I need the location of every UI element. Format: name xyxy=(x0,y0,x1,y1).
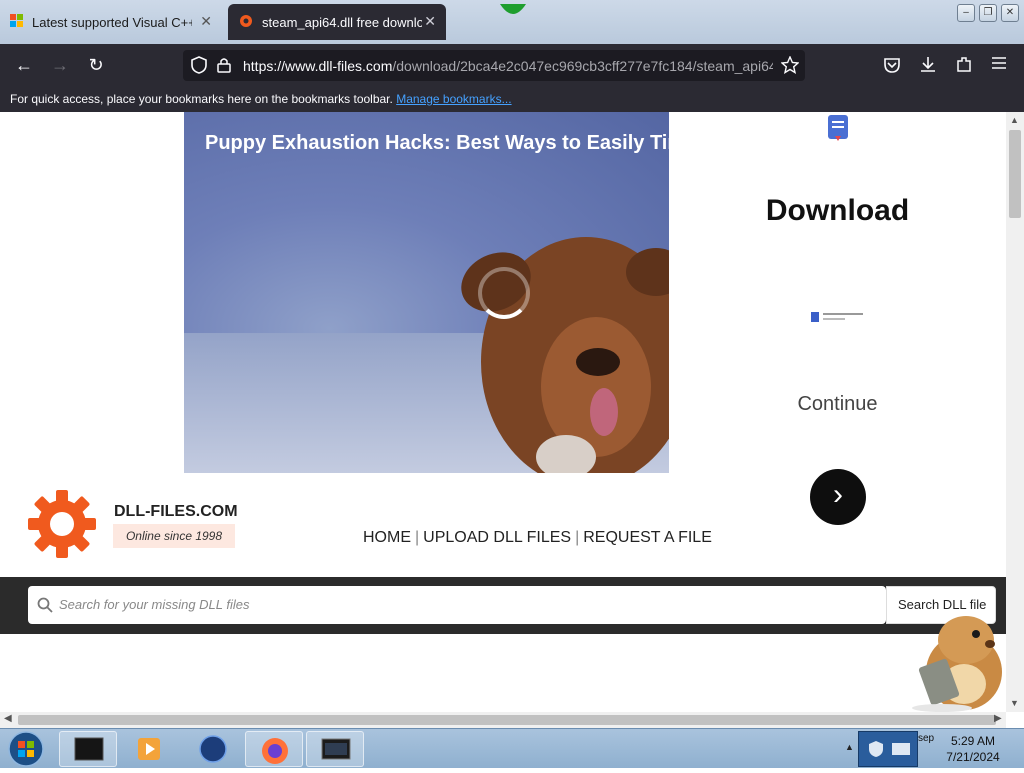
window-decoration-icon xyxy=(498,2,528,16)
close-tab-icon[interactable]: ✕ xyxy=(200,13,212,30)
tab-strip: Latest supported Visual C++ Re ✕ steam_a… xyxy=(0,0,1024,44)
download-ad-panel: Download Continue › xyxy=(669,112,1006,584)
microsoft-logo-icon xyxy=(10,13,24,31)
url-path: /download/2bca4e2c047ec969cb3cff277e7fc1… xyxy=(392,58,773,74)
tab-steam-api64[interactable]: steam_api64.dll free download ✕ xyxy=(228,4,446,40)
loading-spinner-icon xyxy=(478,267,530,319)
taskbar-terminal[interactable] xyxy=(59,731,117,767)
tray-text: sep xyxy=(918,733,935,744)
windows-taskbar: ▲ sep 5:29 AM 7/21/2024 xyxy=(0,728,1024,768)
extensions-icon[interactable] xyxy=(955,55,973,78)
taskbar-window-app[interactable] xyxy=(306,731,364,767)
dll-files-logo-icon[interactable] xyxy=(28,490,96,563)
taskbar-globe[interactable] xyxy=(183,731,241,767)
bookmark-star-icon[interactable] xyxy=(780,55,800,79)
start-button[interactable] xyxy=(6,730,46,773)
horizontal-scrollbar[interactable]: ◀ ▶ xyxy=(0,712,1006,728)
minimize-button[interactable]: – xyxy=(957,4,975,22)
nav-home[interactable]: HOME xyxy=(363,529,411,546)
scroll-down-icon[interactable]: ▼ xyxy=(1010,698,1019,708)
download-icon[interactable] xyxy=(919,55,937,78)
restore-button[interactable]: ❐ xyxy=(979,4,997,22)
shield-icon[interactable] xyxy=(191,56,207,79)
main-navigation: HOME | UPLOAD DLL FILES | REQUEST A FILE xyxy=(363,529,712,547)
forward-button[interactable]: → xyxy=(48,54,72,76)
search-band: Search for your missing DLL files Search… xyxy=(0,577,1006,634)
ad-product-logo-icon xyxy=(810,310,866,329)
dog-image xyxy=(456,212,669,473)
address-bar[interactable]: https://www.dll-files.com/download/2bca4… xyxy=(183,50,805,81)
navigation-toolbar: ← → ↻ https://www.dll-files.com/download… xyxy=(0,44,1024,86)
manage-bookmarks-link[interactable]: Manage bookmarks... xyxy=(396,92,511,106)
close-window-button[interactable]: ✕ xyxy=(1001,4,1019,22)
tab-label: Latest supported Visual C++ Re xyxy=(32,14,192,30)
bookmarks-toolbar: For quick access, place your bookmarks h… xyxy=(0,86,1024,112)
url-text: https://www.dll-files.com/download/2bca4… xyxy=(243,58,773,74)
menu-icon[interactable] xyxy=(991,56,1007,75)
vertical-scrollbar[interactable]: ▲ ▼ xyxy=(1006,112,1024,712)
nav-separator: | xyxy=(575,529,580,546)
taskbar-firefox[interactable] xyxy=(245,731,303,767)
horizontal-scroll-thumb[interactable] xyxy=(18,715,996,725)
ad-continue-label: Continue xyxy=(797,393,878,415)
taskbar-clock[interactable]: 5:29 AM 7/21/2024 xyxy=(936,733,1010,765)
video-title: Puppy Exhaustion Hacks: Best Ways to Eas… xyxy=(205,132,669,154)
bookmarks-hint-text: For quick access, place your bookmarks h… xyxy=(10,92,393,106)
nav-upload-dll-files[interactable]: UPLOAD DLL FILES xyxy=(423,529,571,546)
search-input[interactable]: Search for your missing DLL files xyxy=(28,586,886,624)
tab-label: steam_api64.dll free download xyxy=(262,14,422,30)
web-page: Puppy Exhaustion Hacks: Best Ways to Eas… xyxy=(0,112,1006,712)
lock-icon[interactable] xyxy=(217,57,231,78)
tray-notification-area[interactable] xyxy=(858,731,918,767)
site-brand-name[interactable]: DLL-FILES.COM xyxy=(114,503,238,521)
tray-expand-icon[interactable]: ▲ xyxy=(845,742,854,752)
site-tagline: Online since 1998 xyxy=(113,524,235,548)
ad-app-icon xyxy=(827,114,849,147)
tab-visual-cpp[interactable]: Latest supported Visual C++ Re ✕ xyxy=(0,4,222,40)
vertical-scroll-thumb[interactable] xyxy=(1009,130,1021,218)
url-host: https://www.dll-files.com xyxy=(243,58,393,74)
clock-time: 5:29 AM xyxy=(950,734,996,748)
search-icon xyxy=(37,597,53,618)
nav-separator: | xyxy=(415,529,420,546)
video-player[interactable]: Puppy Exhaustion Hacks: Best Ways to Eas… xyxy=(184,112,669,473)
scroll-right-icon[interactable]: ▶ xyxy=(994,713,1002,724)
ad-download-heading: Download xyxy=(765,194,910,227)
search-placeholder: Search for your missing DLL files xyxy=(59,597,250,612)
hamster-mascot-image xyxy=(902,600,1006,712)
pocket-icon[interactable] xyxy=(883,56,901,79)
back-button[interactable]: ← xyxy=(12,54,36,76)
ad-go-button[interactable]: › xyxy=(810,469,866,525)
close-tab-icon[interactable]: ✕ xyxy=(424,13,436,30)
taskbar-media-player[interactable] xyxy=(120,731,178,767)
dll-files-gear-icon xyxy=(238,13,254,32)
scroll-up-icon[interactable]: ▲ xyxy=(1010,115,1019,125)
nav-request-a-file[interactable]: REQUEST A FILE xyxy=(583,529,712,546)
reload-button[interactable]: ↻ xyxy=(84,54,108,76)
scroll-left-icon[interactable]: ◀ xyxy=(4,713,12,724)
clock-date: 7/21/2024 xyxy=(946,750,1000,764)
